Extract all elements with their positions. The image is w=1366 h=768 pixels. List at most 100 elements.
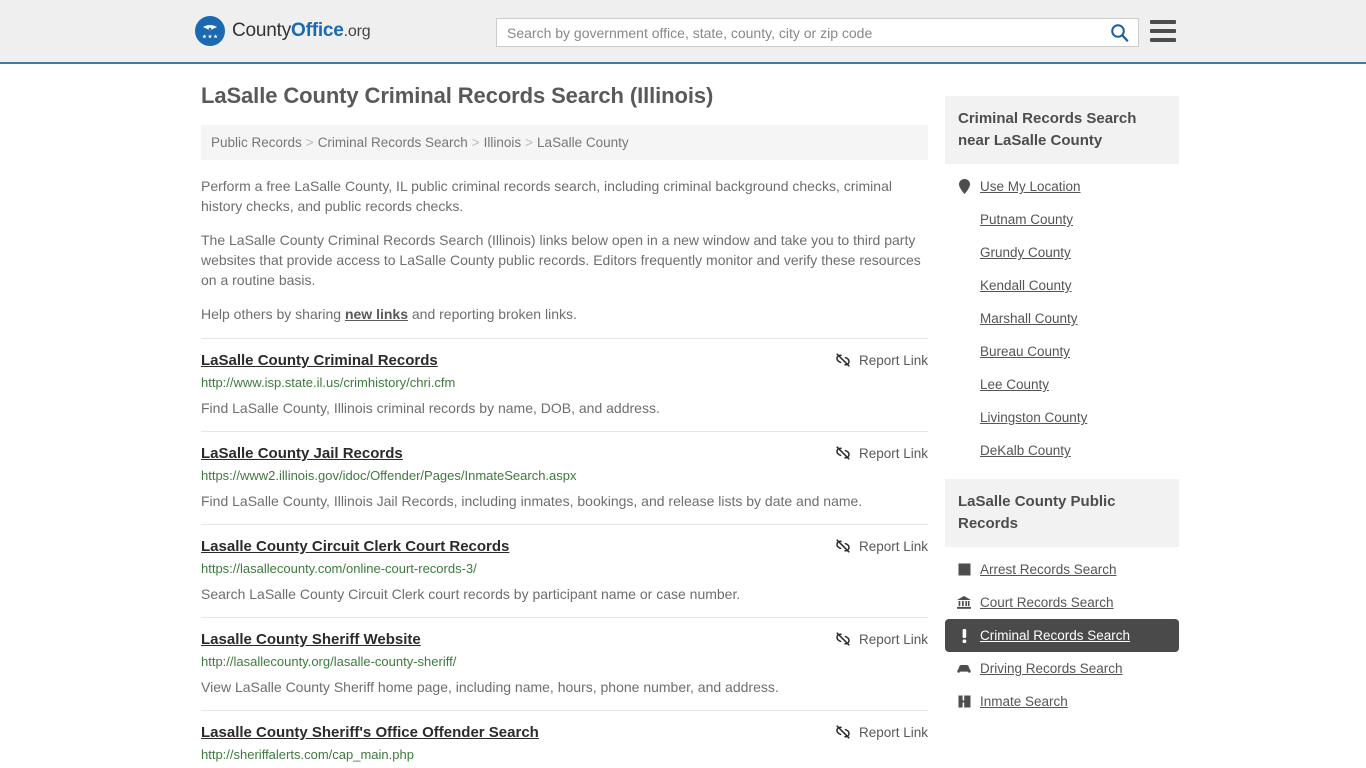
breadcrumb-item[interactable]: Illinois — [484, 135, 522, 150]
sidebar-item-label: DeKalb County — [980, 443, 1071, 458]
hamburger-bar — [1150, 20, 1176, 24]
car-icon — [957, 661, 971, 676]
sidebar-item-lee-county[interactable]: Lee County — [945, 368, 1179, 401]
sidebar-item-dekalb-county[interactable]: DeKalb County — [945, 434, 1179, 467]
no-icon — [957, 443, 971, 458]
sidebar-item-marshall-county[interactable]: Marshall County — [945, 302, 1179, 335]
breadcrumb-item[interactable]: Public Records — [211, 135, 302, 150]
sidebar-nearby-box: Criminal Records Search near LaSalle Cou… — [945, 96, 1179, 467]
courthouse-icon — [957, 595, 971, 610]
no-icon — [957, 212, 971, 227]
sidebar-public-records-list: Arrest Records Search Court Records Searc… — [945, 547, 1179, 718]
result-title-link[interactable]: LaSalle County Jail Records — [201, 444, 403, 463]
result-item: LaSalle County Criminal Records Report Li… — [201, 338, 928, 431]
hamburger-bar — [1150, 29, 1176, 33]
sidebar: Criminal Records Search near LaSalle Cou… — [945, 83, 1179, 768]
broken-link-icon — [836, 725, 850, 739]
site-header: CountyOffice.org — [0, 0, 1366, 64]
result-header: Lasalle County Circuit Clerk Court Recor… — [201, 537, 928, 556]
result-title-link[interactable]: Lasalle County Sheriff's Office Offender… — [201, 723, 539, 742]
new-links-link[interactable]: new links — [345, 306, 408, 322]
breadcrumb-separator: > — [305, 135, 314, 150]
search-bar[interactable] — [496, 18, 1139, 47]
report-link-button[interactable]: Report Link — [835, 351, 928, 368]
result-url[interactable]: https://www2.illinois.gov/idoc/Offender/… — [201, 467, 928, 484]
sidebar-item-inmate-search[interactable]: Inmate Search — [945, 685, 1179, 718]
sidebar-item-label: Grundy County — [980, 245, 1071, 260]
sidebar-nearby-list: Use My Location Putnam County Grundy Count… — [945, 164, 1179, 467]
report-link-label: Report Link — [858, 538, 928, 554]
eagle-shield-icon — [195, 16, 225, 46]
sidebar-item-label: Marshall County — [980, 311, 1078, 326]
result-title-link[interactable]: Lasalle County Circuit Clerk Court Recor… — [201, 537, 509, 556]
result-item: Lasalle County Circuit Clerk Court Recor… — [201, 524, 928, 617]
sidebar-item-label: Driving Records Search — [980, 661, 1123, 676]
sidebar-item-grundy-county[interactable]: Grundy County — [945, 236, 1179, 269]
sidebar-item-label: Inmate Search — [980, 694, 1068, 709]
report-link-button[interactable]: Report Link — [835, 723, 928, 740]
result-title-link[interactable]: LaSalle County Criminal Records — [201, 351, 438, 370]
intro-paragraph-2: The LaSalle County Criminal Records Sear… — [201, 232, 921, 288]
no-icon — [957, 311, 971, 326]
sidebar-item-driving-records-search[interactable]: Driving Records Search — [945, 652, 1179, 685]
site-logo[interactable]: CountyOffice.org — [195, 16, 371, 46]
help-prefix: Help others by sharing — [201, 306, 345, 322]
result-url[interactable]: http://lasallecounty.org/lasalle-county-… — [201, 653, 928, 670]
result-title-link[interactable]: Lasalle County Sheriff Website — [201, 630, 421, 649]
breadcrumb: Public Records > Criminal Records Search > I… — [201, 125, 928, 160]
logo-wordmark: CountyOffice.org — [232, 20, 371, 42]
help-paragraph: Help others by sharing new links and rep… — [201, 304, 928, 324]
report-link-label: Report Link — [858, 724, 928, 740]
intro-paragraph-1: Perform a free LaSalle County, IL public… — [201, 178, 892, 214]
result-description: Search LaSalle County Circuit Clerk cour… — [201, 586, 741, 602]
no-icon — [957, 278, 971, 293]
sidebar-public-records-box: LaSalle County Public Records Arrest Rec… — [945, 479, 1179, 718]
sidebar-item-label: Court Records Search — [980, 595, 1114, 610]
result-header: LaSalle County Criminal Records Report Li… — [201, 351, 928, 370]
broken-link-icon — [836, 446, 850, 460]
page-title: LaSalle County Criminal Records Search (… — [201, 83, 714, 108]
result-url[interactable]: https://lasallecounty.com/online-court-r… — [201, 560, 928, 577]
search-button[interactable] — [1100, 19, 1138, 46]
result-url[interactable]: http://sheriffalerts.com/cap_main.php — [201, 746, 928, 763]
sidebar-item-label: Kendall County — [980, 278, 1072, 293]
sidebar-item-use-my-location[interactable]: Use My Location — [945, 170, 1179, 203]
broken-link-icon — [836, 632, 850, 646]
sidebar-item-criminal-records-search[interactable]: Criminal Records Search — [945, 619, 1179, 652]
sidebar-item-label: Bureau County — [980, 344, 1071, 359]
result-header: LaSalle County Jail Records Report Link — [201, 444, 928, 463]
result-header: Lasalle County Sheriff's Office Offender… — [201, 723, 928, 742]
sidebar-item-label: Use My Location — [980, 179, 1081, 194]
sidebar-item-arrest-records-search[interactable]: Arrest Records Search — [945, 553, 1179, 586]
report-link-button[interactable]: Report Link — [835, 537, 928, 554]
sidebar-item-bureau-county[interactable]: Bureau County — [945, 335, 1179, 368]
sidebar-item-kendall-county[interactable]: Kendall County — [945, 269, 1179, 302]
no-icon — [957, 377, 971, 392]
page-body: LaSalle County Criminal Records Search (… — [0, 64, 1366, 768]
breadcrumb-item[interactable]: LaSalle County — [537, 135, 629, 150]
hamburger-menu-icon[interactable] — [1150, 20, 1176, 42]
report-link-label: Report Link — [858, 631, 928, 647]
main-content: LaSalle County Criminal Records Search (… — [201, 83, 928, 768]
breadcrumb-item[interactable]: Criminal Records Search — [318, 135, 468, 150]
result-url[interactable]: http://www.isp.state.il.us/crimhistory/c… — [201, 374, 928, 391]
result-item: Lasalle County Sheriff Website Report Lin… — [201, 617, 928, 710]
report-link-button[interactable]: Report Link — [835, 630, 928, 647]
sidebar-item-putnam-county[interactable]: Putnam County — [945, 203, 1179, 236]
help-suffix: and reporting broken links. — [408, 306, 577, 322]
breadcrumb-separator: > — [471, 135, 480, 150]
no-icon — [957, 410, 971, 425]
report-link-label: Report Link — [858, 445, 928, 461]
sidebar-public-records-heading: LaSalle County Public Records — [945, 479, 1179, 547]
breadcrumb-separator: > — [525, 135, 534, 150]
report-link-button[interactable]: Report Link — [835, 444, 928, 461]
sidebar-item-court-records-search[interactable]: Court Records Search — [945, 586, 1179, 619]
search-icon — [1110, 24, 1128, 42]
search-input[interactable] — [497, 19, 1100, 46]
sidebar-item-label: Livingston County — [980, 410, 1088, 425]
sidebar-item-livingston-county[interactable]: Livingston County — [945, 401, 1179, 434]
no-icon — [957, 245, 971, 260]
logo-primary: County — [232, 20, 292, 41]
sidebar-item-label: Lee County — [980, 377, 1050, 392]
sidebar-nearby-heading: Criminal Records Search near LaSalle Cou… — [945, 96, 1179, 164]
